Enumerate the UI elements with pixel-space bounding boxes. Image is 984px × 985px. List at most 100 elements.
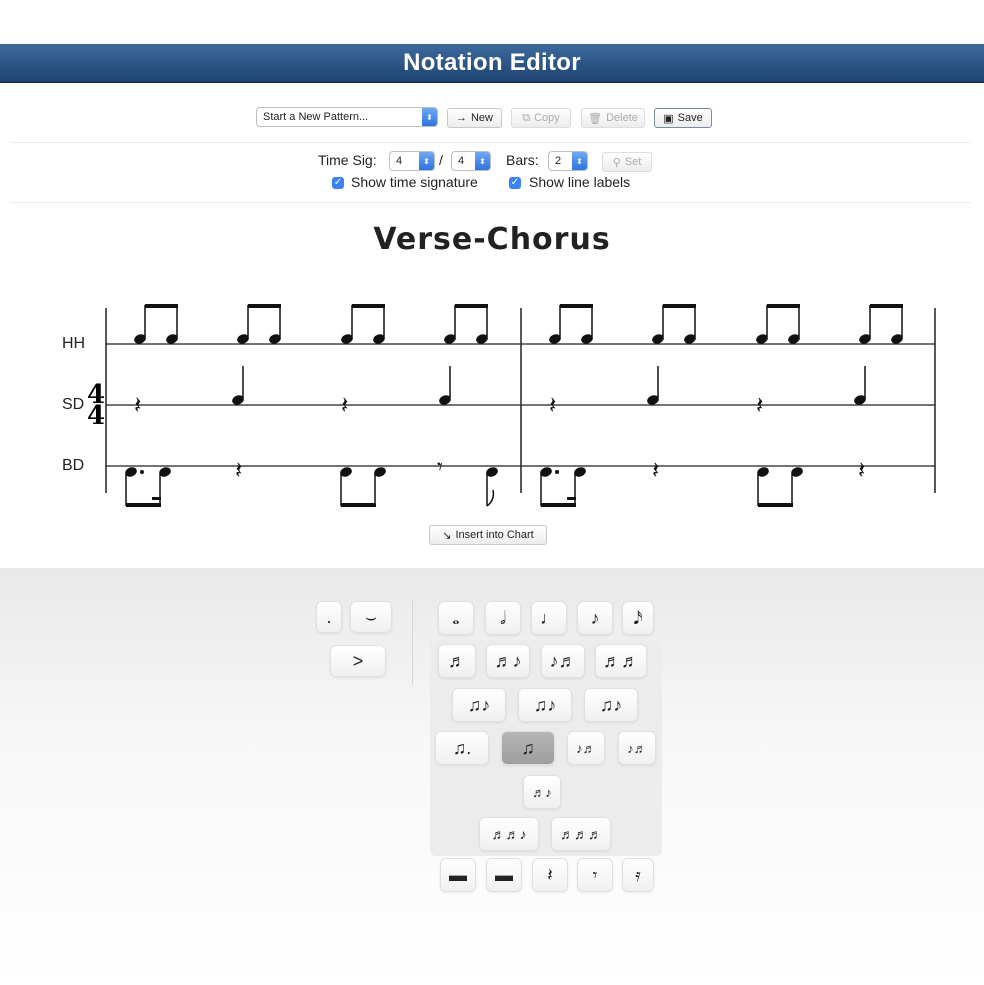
- arrow-down-right-icon: ↘: [442, 529, 452, 542]
- numerator-value: 4: [396, 155, 403, 167]
- sd-quarter-rest: 𝄽: [549, 391, 556, 419]
- hh-beam: [455, 304, 488, 308]
- whole-note-button[interactable]: 𝅝: [438, 601, 474, 635]
- quarter-rest-button[interactable]: 𝄽: [532, 858, 568, 892]
- trash-icon: 🗑: [588, 112, 603, 125]
- bd-beam: [541, 503, 576, 507]
- sd-quarter-rest: 𝄽: [341, 391, 348, 419]
- drag-button[interactable]: ♪♬: [618, 731, 656, 765]
- sixteenth-note-button[interactable]: 𝅘𝅥𝅯: [622, 601, 654, 635]
- set-button[interactable]: ⚲ Set: [602, 152, 652, 172]
- insert-into-chart-button[interactable]: ↘ Insert into Chart: [429, 525, 547, 545]
- sixteenth-rest-button[interactable]: 𝄿: [622, 858, 654, 892]
- hh-notehead: [237, 334, 249, 344]
- sd-quarter-rest: 𝄽: [134, 391, 141, 419]
- hh-notehead: [341, 334, 353, 344]
- bd-partial-beam: [152, 497, 161, 500]
- palette-divider: [412, 600, 413, 685]
- sixteenth-dotted-eighth-button[interactable]: ♫: [501, 731, 555, 765]
- tie-modifier-button[interactable]: ⌣: [350, 601, 392, 633]
- half-note-button[interactable]: 𝅗𝅥: [485, 601, 521, 635]
- chevron-updown-icon: ⬍: [572, 152, 587, 170]
- sd-notehead: [232, 395, 244, 405]
- hh-beam: [248, 304, 281, 308]
- sd-notes: 𝄽 𝄽 𝄽 𝄽: [134, 366, 866, 419]
- half-rest-button[interactable]: ▬: [486, 858, 522, 892]
- bd-notehead: [374, 467, 386, 477]
- three-sixteenths-alt-button[interactable]: ♪♬: [541, 644, 585, 678]
- new-button[interactable]: → New: [447, 108, 502, 128]
- accent-modifier-button[interactable]: >: [330, 645, 386, 677]
- delete-button-label: Delete: [606, 112, 638, 124]
- bd-dot: [140, 470, 144, 474]
- flam-button[interactable]: ♪♬: [567, 731, 605, 765]
- copy-button-label: Copy: [534, 112, 560, 124]
- line-label-hh: HH: [62, 335, 86, 352]
- hh-notehead: [788, 334, 800, 344]
- hh-notehead: [859, 334, 871, 344]
- bd-beam: [758, 503, 793, 507]
- line-label-sd: SD: [62, 396, 85, 413]
- chevron-updown-icon: ⬍: [419, 152, 434, 170]
- sd-notehead: [647, 395, 659, 405]
- eighth-triplet-button[interactable]: ♫♪: [452, 688, 506, 722]
- eighth-rest-button[interactable]: 𝄾: [577, 858, 613, 892]
- denominator-select[interactable]: 4 ⬍: [451, 151, 491, 171]
- eighth-note-button[interactable]: ♪: [577, 601, 613, 635]
- sd-quarter-rest: 𝄽: [756, 391, 763, 419]
- show-time-signature-label: Show time signature: [351, 174, 478, 190]
- line-label-bd: BD: [62, 457, 85, 474]
- copy-button[interactable]: ⧉ Copy: [511, 108, 571, 128]
- bd-quarter-rest: 𝄽: [858, 456, 865, 484]
- copy-icon: ⧉: [522, 111, 531, 124]
- five-stroke-roll-button[interactable]: ♬♬♪: [479, 817, 539, 851]
- set-button-label: Set: [624, 156, 642, 168]
- hh-notehead: [756, 334, 768, 344]
- delete-button[interactable]: 🗑 Delete: [581, 108, 645, 128]
- show-line-labels-label: Show line labels: [529, 174, 631, 190]
- bars-select[interactable]: 2 ⬍: [548, 151, 588, 171]
- bd-dot: [555, 470, 559, 474]
- hh-notehead: [581, 334, 593, 344]
- hh-notehead: [134, 334, 146, 344]
- hh-notes: [134, 304, 903, 344]
- hh-notehead: [684, 334, 696, 344]
- ruff-button[interactable]: ♬♪: [523, 775, 561, 809]
- numerator-select[interactable]: 4 ⬍: [389, 151, 435, 171]
- barlines: [105, 308, 936, 493]
- bd-eighth-rest: 𝄾: [437, 455, 443, 480]
- save-button[interactable]: ▣ Save: [654, 108, 712, 128]
- thirty-second-triplet-button[interactable]: ♫♪: [584, 688, 638, 722]
- bd-notehead: [159, 467, 171, 477]
- dot-modifier-button[interactable]: .: [316, 601, 342, 633]
- time-sig-numerator: 4: [87, 380, 105, 410]
- denominator-value: 4: [458, 155, 465, 167]
- chevron-updown-icon: ⬍: [475, 152, 490, 170]
- three-sixteenths-button[interactable]: ♬♪: [486, 644, 530, 678]
- arrow-right-icon: →: [455, 112, 467, 124]
- bd-quarter-rest: 𝄽: [235, 456, 242, 484]
- two-sixteenths-button[interactable]: ♬: [438, 644, 476, 678]
- time-sig-slash: /: [439, 152, 443, 168]
- bd-beam: [126, 503, 161, 507]
- hh-notehead: [891, 334, 903, 344]
- bd-notehead: [574, 467, 586, 477]
- app-titlebar: Notation Editor: [0, 44, 984, 83]
- time-sig-denominator: 4: [87, 401, 105, 431]
- sixteenth-triplet-button[interactable]: ♫♪: [518, 688, 572, 722]
- whole-rest-button[interactable]: ▬: [440, 858, 476, 892]
- bd-notehead: [340, 467, 352, 477]
- hh-beam: [352, 304, 385, 308]
- dotted-eighth-sixteenth-button[interactable]: ♫.: [435, 731, 489, 765]
- show-line-labels-checkbox[interactable]: ✓: [509, 177, 521, 189]
- hh-notehead: [549, 334, 561, 344]
- seven-stroke-roll-button[interactable]: ♬♬♬: [551, 817, 611, 851]
- show-time-signature-checkbox[interactable]: ✓: [332, 177, 344, 189]
- hh-notehead: [476, 334, 488, 344]
- four-sixteenths-button[interactable]: ♬♬: [595, 644, 647, 678]
- pattern-select[interactable]: Start a New Pattern... ⬍: [256, 107, 438, 127]
- bd-beam: [341, 503, 376, 507]
- bd-partial-beam: [567, 497, 576, 500]
- hh-beam: [870, 304, 903, 308]
- quarter-note-button[interactable]: ♩: [531, 601, 567, 635]
